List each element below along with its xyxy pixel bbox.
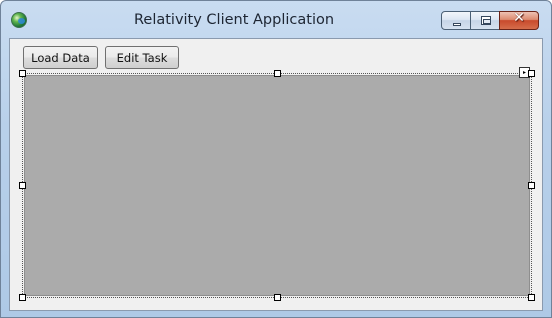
application-window: Relativity Client Application ✕ Load Dat…	[0, 0, 552, 318]
title-bar[interactable]: Relativity Client Application ✕	[1, 1, 551, 37]
content-panel[interactable]	[24, 75, 530, 296]
resize-handle-bottom-right[interactable]	[528, 294, 535, 301]
edit-task-button[interactable]: Edit Task	[105, 46, 179, 69]
close-button[interactable]: ✕	[499, 10, 539, 30]
load-data-button[interactable]: Load Data	[23, 46, 98, 69]
selected-panel-frame[interactable]: ▸	[19, 67, 535, 301]
resize-handle-top-center[interactable]	[274, 70, 281, 77]
restore-icon	[481, 16, 491, 25]
resize-handle-bottom-left[interactable]	[19, 294, 26, 301]
caption-buttons: ✕	[441, 10, 539, 31]
resize-handle-middle-left[interactable]	[19, 182, 26, 189]
close-icon: ✕	[513, 10, 525, 26]
resize-handle-top-right[interactable]	[528, 70, 535, 77]
minimize-icon	[453, 23, 461, 26]
maximize-button[interactable]	[470, 11, 500, 30]
window-title: Relativity Client Application	[133, 12, 335, 28]
resize-handle-bottom-center[interactable]	[274, 294, 281, 301]
resize-handle-middle-right[interactable]	[528, 182, 535, 189]
resize-handle-top-left[interactable]	[19, 70, 26, 77]
client-area: Load Data Edit Task ▸	[9, 38, 543, 311]
minimize-button[interactable]	[441, 11, 471, 30]
